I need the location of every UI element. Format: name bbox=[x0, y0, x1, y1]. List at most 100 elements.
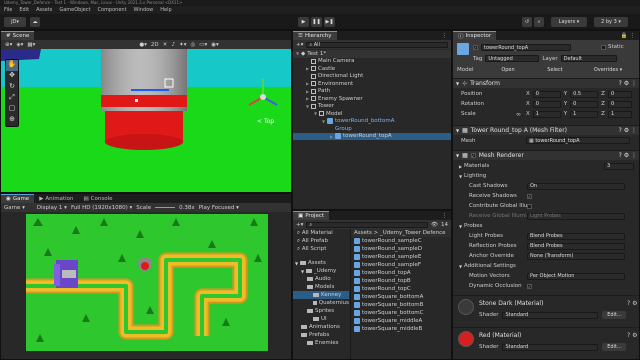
rect-tool-icon[interactable]: ▢ bbox=[6, 104, 18, 115]
folder-item[interactable]: Quaternius bbox=[293, 299, 349, 307]
shader-dropdown[interactable]: Standard bbox=[502, 343, 599, 351]
hierarchy-row-group[interactable]: Group bbox=[293, 125, 451, 133]
tab-game[interactable]: ◉ Game bbox=[1, 194, 35, 203]
reflection-probes-dropdown[interactable]: Blend Probes bbox=[527, 242, 625, 250]
scale-tool-icon[interactable]: ⤢ bbox=[6, 93, 18, 104]
favorite-item[interactable]: ⌕ All Prefab bbox=[293, 237, 349, 245]
play-button[interactable]: ▶ bbox=[298, 17, 309, 27]
display-dropdown[interactable]: Display 1 ▾ bbox=[37, 205, 67, 211]
folder-item[interactable]: Prefabs bbox=[293, 331, 349, 339]
history-icon[interactable]: ↺ bbox=[522, 17, 532, 27]
position-x-field[interactable]: 0 bbox=[532, 90, 561, 98]
search-icon[interactable]: ⌕ bbox=[534, 17, 544, 27]
camera-settings-icon[interactable]: ▭▾ bbox=[199, 42, 207, 48]
mesh-renderer-checkbox[interactable]: ✓ bbox=[470, 153, 476, 158]
menu-file[interactable]: File bbox=[4, 7, 12, 13]
hierarchy-row-main-camera[interactable]: Main Camera bbox=[293, 58, 451, 66]
layer-dropdown[interactable]: Default bbox=[560, 55, 617, 62]
materials-count-field[interactable]: 3 bbox=[604, 162, 634, 170]
hierarchy-row-environment[interactable]: ▶ Environment bbox=[293, 80, 451, 88]
tag-dropdown[interactable]: Untagged bbox=[485, 55, 540, 62]
pivot-toggle-icon[interactable]: ⊕▾ bbox=[5, 42, 12, 48]
position-z-field[interactable]: 0 bbox=[607, 90, 632, 98]
materials-row[interactable]: ▶ Materials 3 bbox=[453, 161, 639, 171]
additional-settings-row[interactable]: ▼ Additional Settings bbox=[453, 261, 639, 271]
shading-mode-icon[interactable]: ●▾ bbox=[139, 42, 147, 48]
hidden-packages-icon[interactable]: 👁 bbox=[431, 222, 438, 228]
dynamic-occlusion-checkbox[interactable]: ✓ bbox=[527, 283, 532, 289]
move-tool-icon[interactable]: ✥ bbox=[6, 71, 18, 82]
rotation-z-field[interactable]: 0 bbox=[607, 100, 632, 108]
rotate-tool-icon[interactable]: ↻ bbox=[6, 82, 18, 93]
folder-item[interactable]: UI bbox=[293, 315, 349, 323]
folder-item[interactable]: Sprites bbox=[293, 307, 349, 315]
static-toggle[interactable]: Static bbox=[601, 44, 624, 50]
rotation-y-field[interactable]: 0 bbox=[570, 100, 599, 108]
asset-item[interactable]: towerRound_topB bbox=[351, 277, 451, 285]
transform-tool-icon[interactable]: ⊕ bbox=[6, 115, 18, 126]
overrides-dropdown[interactable]: Overrides ▾ bbox=[580, 66, 636, 74]
edit-shader-button[interactable]: Edit... bbox=[602, 311, 627, 319]
project-breadcrumb[interactable]: Assets > _Udemy_Tower Defence bbox=[351, 229, 451, 237]
component-menu-icon[interactable]: ? ⚙ bbox=[627, 300, 637, 307]
hierarchy-row-tower[interactable]: ▼ Tower bbox=[293, 103, 451, 111]
menu-component[interactable]: Component bbox=[98, 7, 127, 13]
object-name-field[interactable]: towerRound_topA bbox=[481, 44, 571, 51]
asset-item[interactable]: towerSquare_bottomC bbox=[351, 309, 451, 317]
audio-toggle-icon[interactable]: ♪ bbox=[172, 42, 176, 48]
menu-assets[interactable]: Assets bbox=[36, 7, 52, 13]
global-toggle-icon[interactable]: ◈▾ bbox=[16, 42, 23, 48]
edit-shader-button[interactable]: Edit... bbox=[602, 343, 627, 351]
effects-toggle-icon[interactable]: ✦▾ bbox=[179, 42, 186, 48]
scale-z-field[interactable]: 1 bbox=[607, 110, 632, 118]
hierarchy-row-towerround-bottoma[interactable]: ▼ towerRound_bottomA bbox=[293, 118, 451, 126]
pause-button[interactable]: ❚❚ bbox=[311, 17, 322, 27]
open-button[interactable]: Open bbox=[486, 66, 530, 74]
hierarchy-row-towerround-topa[interactable]: ▶ towerRound_topA bbox=[293, 132, 451, 140]
transform-header[interactable]: ▼ ⊹ Transform ? ⚙ ⋮ bbox=[453, 78, 639, 88]
gizmo-center[interactable] bbox=[135, 99, 138, 102]
active-checkbox[interactable]: ✓ bbox=[473, 45, 478, 50]
motion-vectors-dropdown[interactable]: Per Object Motion bbox=[527, 272, 625, 280]
tab-inspector[interactable]: ⓘ Inspector bbox=[453, 31, 497, 40]
project-search-input[interactable]: ⌕ bbox=[306, 221, 429, 228]
tab-hierarchy[interactable]: ☰ Hierarchy bbox=[293, 31, 337, 40]
mesh-renderer-header[interactable]: ▼ ▦ ✓ Mesh Renderer ? ⚙ ⋮ bbox=[453, 150, 639, 160]
mesh-filter-header[interactable]: ▼ ▦ Tower Round_top A (Mesh Filter) ? ⚙ … bbox=[453, 125, 639, 135]
layers-dropdown[interactable]: Layers ▾ bbox=[551, 17, 587, 27]
component-menu-icon[interactable]: ? ⚙ ⋮ bbox=[619, 152, 639, 159]
receive-shadows-checkbox[interactable]: ✓ bbox=[527, 193, 532, 199]
asset-item[interactable]: towerSquare_middleB bbox=[351, 325, 451, 333]
menu-gameobject[interactable]: GameObject bbox=[59, 7, 90, 13]
hierarchy-add-button[interactable]: +▾ bbox=[296, 42, 303, 48]
hidden-objects-icon[interactable]: ◎ bbox=[190, 42, 195, 48]
scale-x-field[interactable]: 1 bbox=[532, 110, 561, 118]
folder-item[interactable]: Animations bbox=[293, 323, 349, 331]
probes-row[interactable]: ▼ Probes bbox=[453, 221, 639, 231]
asset-item[interactable]: towerRound_topA bbox=[351, 269, 451, 277]
rotation-x-field[interactable]: 0 bbox=[532, 100, 561, 108]
folder-item[interactable]: ▼ _Udemy bbox=[293, 267, 349, 275]
asset-item[interactable]: towerRound_sampleF bbox=[351, 261, 451, 269]
favorite-item[interactable]: ⌕ All Script bbox=[293, 245, 349, 253]
tab-animation[interactable]: ▶ Animation bbox=[34, 194, 78, 203]
project-add-button[interactable]: +▾ bbox=[296, 222, 303, 228]
folder-item[interactable]: Enemies bbox=[293, 339, 349, 347]
hierarchy-menu-icon[interactable]: ⋮ bbox=[442, 33, 452, 39]
asset-item[interactable]: towerSquare_bottomA bbox=[351, 293, 451, 301]
menu-help[interactable]: Help bbox=[160, 7, 171, 13]
game-view-dropdown[interactable]: Game ▾ bbox=[4, 205, 25, 211]
hierarchy-scene-row[interactable]: ▼ ◆ Test 1* bbox=[293, 50, 451, 58]
link-icon[interactable]: ∞ bbox=[516, 111, 523, 118]
inspector-lock-icon[interactable]: 🔒 ⋮ bbox=[621, 33, 639, 39]
cast-shadows-dropdown[interactable]: On bbox=[527, 182, 625, 190]
scale-y-field[interactable]: 1 bbox=[570, 110, 599, 118]
favorite-item[interactable]: ⌕ All Material bbox=[293, 229, 349, 237]
game-viewport[interactable] bbox=[26, 214, 268, 351]
asset-item[interactable]: towerSquare_middleA bbox=[351, 317, 451, 325]
folder-item[interactable]: Audio bbox=[293, 275, 349, 283]
tab-scene[interactable]: # Scene bbox=[1, 31, 35, 40]
project-menu-icon[interactable]: ⋮ bbox=[442, 213, 452, 219]
scene-viewport[interactable]: < Top bbox=[1, 49, 291, 193]
menu-edit[interactable]: Edit bbox=[19, 7, 29, 13]
